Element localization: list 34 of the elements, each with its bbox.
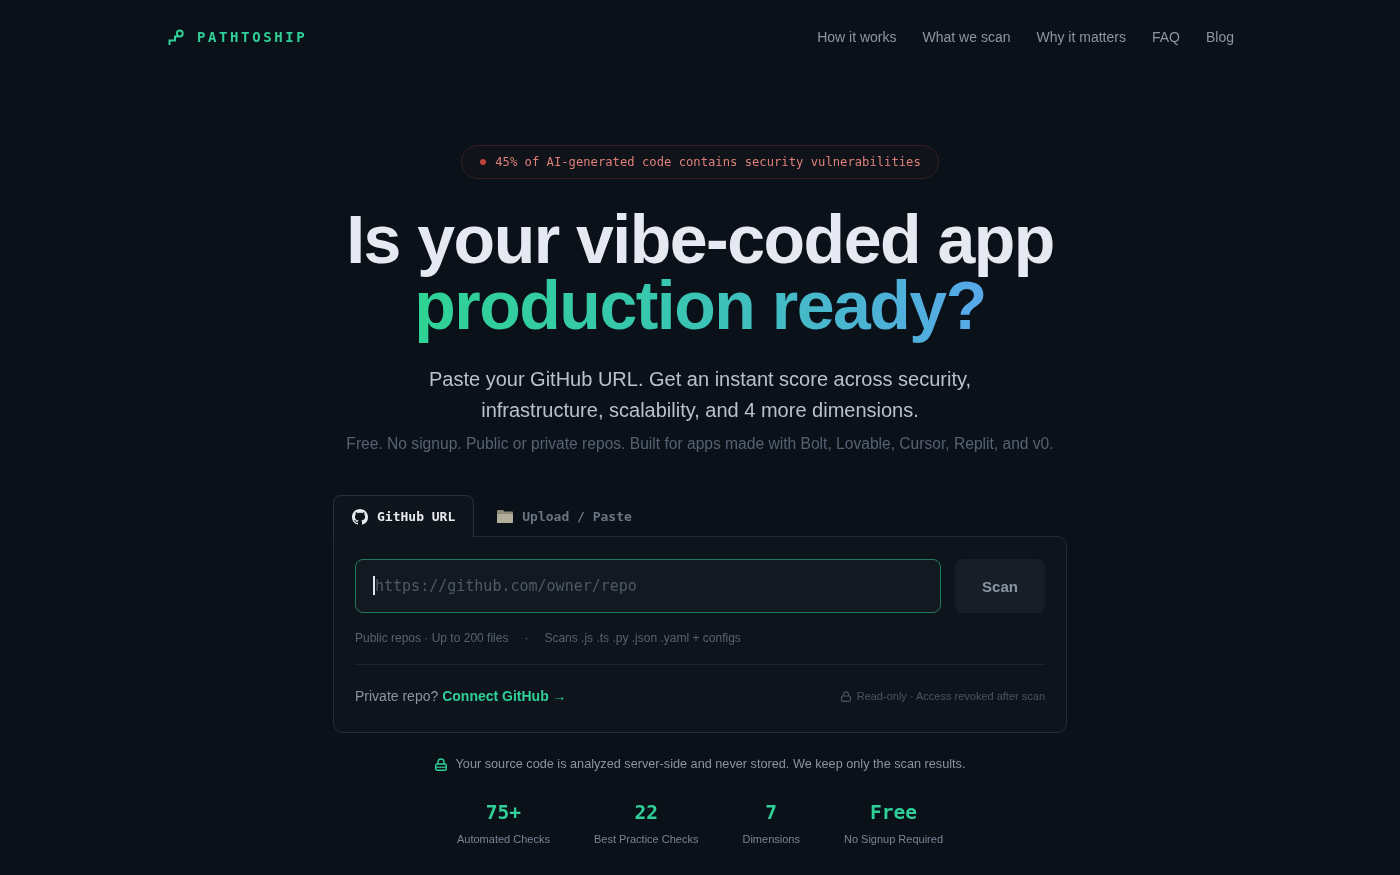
stat-label: No Signup Required — [843, 833, 943, 845]
dot-icon — [480, 159, 487, 165]
hint-separator: · — [524, 631, 529, 645]
stat-value: Free — [870, 801, 917, 824]
folder-icon — [497, 509, 514, 523]
lock-icon — [434, 757, 447, 771]
connect-github-link[interactable]: Connect GitHub → — [442, 688, 567, 704]
stat-label: Best Practice Checks — [593, 833, 699, 845]
stat-label: Automated Checks — [457, 833, 550, 845]
stat-value: 7 — [765, 801, 778, 824]
cat-logo-icon — [352, 508, 368, 525]
nav-link[interactable]: Why it matters — [1036, 29, 1126, 45]
source-tab[interactable]: GitHub URL — [333, 495, 475, 537]
nav-link[interactable]: How it works — [817, 29, 897, 45]
privacy-note: Your source code is analyzed server-side and never stored. We keep only the scan results. — [455, 757, 966, 771]
hint-text: Public repos · Up to 200 files — [355, 631, 509, 645]
logo-text: PATHTOSHIP — [197, 29, 308, 45]
logo-icon — [168, 29, 184, 45]
stat-value: 75+ — [485, 801, 522, 824]
stat-value: 22 — [634, 801, 658, 824]
stat-label: Dimensions — [742, 833, 800, 845]
badge-text: 45% of AI-generated code contains security vulnerabilities — [495, 155, 921, 169]
nav-link[interactable]: FAQ — [1151, 29, 1180, 45]
text-cursor — [373, 576, 375, 595]
lock-icon — [840, 690, 851, 702]
nav-link[interactable]: What we scan — [922, 29, 1011, 45]
access-note: Read-only · Access revoked after scan — [856, 690, 1045, 702]
hero-subtitle: Paste your GitHub URL. Get an instant score across security, infrastructure, scalability, and 4 more dimensions. — [427, 367, 973, 423]
source-tab[interactable]: Upload / Paste — [478, 495, 651, 536]
url-input-field[interactable]: https://github.com/owner/repo — [355, 559, 941, 613]
hint-text: Scans .js .ts .py .json .yaml + configs — [544, 631, 741, 645]
private-repo-prompt: Private repo? Connect GitHub → — [355, 688, 567, 704]
hero-note: Free. No signup. Public or private repos. Built for apps made with Bolt, Lovable, Cursor, Replit, and v0. — [346, 435, 1054, 453]
nav-link[interactable]: Blog — [1205, 29, 1234, 45]
